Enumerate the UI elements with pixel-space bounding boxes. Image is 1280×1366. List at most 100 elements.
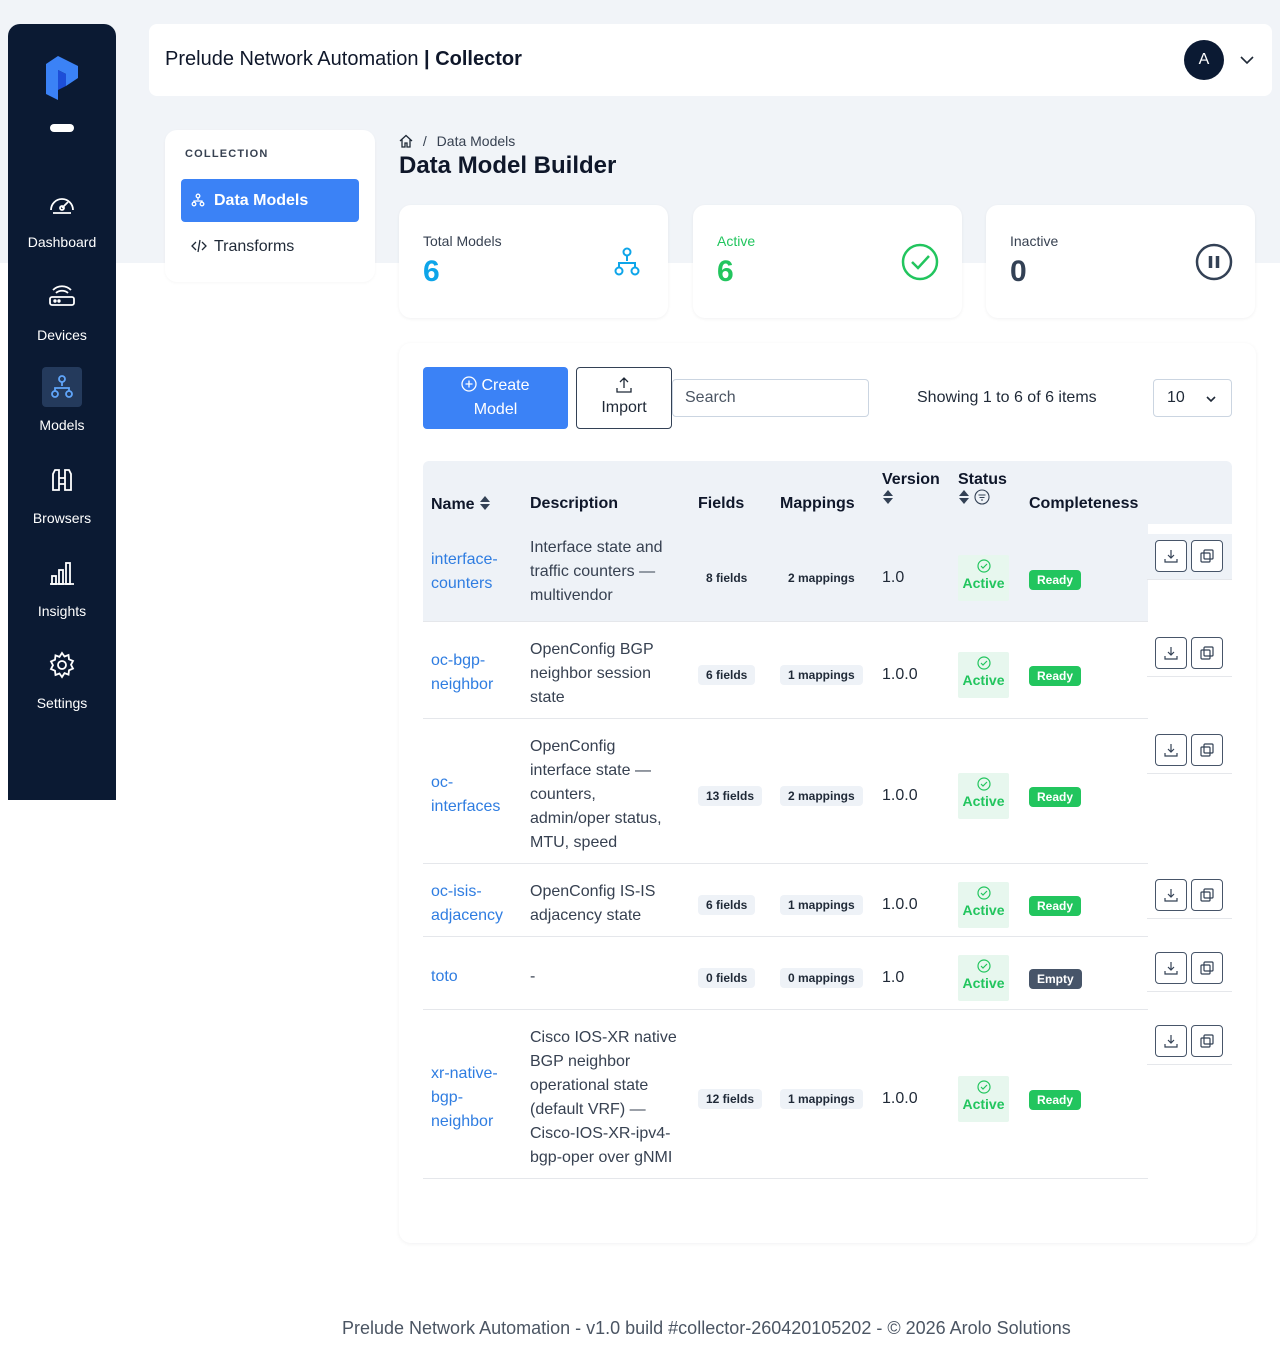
mappings-count-badge: 0 mappings (780, 968, 863, 988)
duplicate-button[interactable] (1191, 952, 1223, 984)
collection-subnav: COLLECTION Data Models Transforms (165, 130, 375, 282)
sort-icon[interactable] (958, 489, 970, 505)
download-icon (1164, 1035, 1178, 1048)
nav-dashboard[interactable]: Dashboard (8, 184, 116, 250)
model-version: 1.0.0 (882, 666, 918, 683)
app-logo[interactable] (44, 54, 80, 100)
code-icon (191, 239, 207, 253)
nav-browsers[interactable]: Browsers (8, 460, 116, 526)
download-button[interactable] (1155, 540, 1187, 572)
models-table-card: Create Model Import Showing 1 to 6 of 6 … (399, 343, 1256, 1243)
chevron-down-icon[interactable] (1239, 52, 1255, 68)
desc-line: adjacency state (530, 907, 642, 924)
fields-count-badge: 0 fields (698, 968, 756, 988)
table-row[interactable]: toto - 0 fields 0 mappings 1.0 Active Em… (423, 937, 1148, 1010)
status-label: Active (962, 1096, 1005, 1112)
nav-insights[interactable]: Insights (8, 553, 116, 619)
download-button[interactable] (1155, 879, 1187, 911)
model-name-link[interactable]: toto (431, 965, 521, 989)
duplicate-button[interactable] (1191, 1025, 1223, 1057)
mappings-count-badge: 1 mappings (780, 895, 863, 915)
import-button[interactable]: Import (576, 367, 672, 429)
stat-card-active: Active 6 (693, 205, 962, 318)
desc-line: counters, (530, 786, 596, 803)
stat-label: Total Models (423, 233, 502, 249)
filter-icon[interactable] (974, 489, 991, 505)
bar-chart-icon (42, 553, 82, 593)
nav-models-label: Models (39, 417, 85, 433)
model-name-link[interactable]: interface-counters (431, 548, 521, 596)
app-title: Prelude Network Automation | Collector (165, 48, 522, 71)
download-button[interactable] (1155, 1025, 1187, 1057)
duplicate-button[interactable] (1191, 734, 1223, 766)
app-title-section: Collector (435, 48, 522, 70)
desc-line: (default VRF) — (530, 1101, 646, 1118)
desc-line: admin/oper status, (530, 810, 662, 827)
sort-icon[interactable] (882, 489, 894, 505)
column-header-name[interactable]: Name (431, 495, 491, 514)
desc-line: Interface state and (530, 539, 663, 556)
home-icon[interactable] (399, 134, 413, 148)
download-icon (1164, 744, 1178, 757)
create-model-button[interactable]: Create Model (423, 367, 568, 429)
nav-collapse-handle[interactable] (50, 124, 74, 132)
model-name-link[interactable]: oc-interfaces (431, 771, 521, 819)
download-button[interactable] (1155, 952, 1187, 984)
nav-devices-label: Devices (37, 327, 87, 343)
breadcrumb: / Data Models (399, 132, 515, 149)
row-actions (1147, 946, 1232, 992)
model-name-link[interactable]: oc-bgp-neighbor (431, 649, 521, 697)
subnav-item-data-models[interactable]: Data Models (181, 179, 359, 222)
duplicate-button[interactable] (1191, 637, 1223, 669)
status-label: Active (962, 575, 1005, 591)
column-header-description: Description (530, 495, 619, 512)
desc-line: traffic counters — (530, 563, 656, 580)
column-header-status[interactable]: Status (958, 471, 1007, 510)
fields-count-badge: 6 fields (698, 665, 756, 685)
fields-count-badge: 6 fields (698, 895, 756, 915)
search-input[interactable] (672, 379, 869, 417)
check-circle-icon (976, 959, 991, 973)
subnav-item-label: Transforms (214, 238, 295, 255)
nav-devices[interactable]: Devices (8, 277, 116, 343)
model-version: 1.0 (882, 969, 905, 986)
nav-settings[interactable]: Settings (8, 645, 116, 711)
sort-icon[interactable] (479, 495, 491, 511)
table-row[interactable]: interface-counters Interface state and tr… (423, 524, 1148, 622)
copy-icon (1200, 549, 1214, 563)
completeness-badge: Ready (1029, 666, 1082, 686)
stat-label: Inactive (1010, 233, 1059, 249)
download-button[interactable] (1155, 637, 1187, 669)
create-model-label-line1: Create (481, 377, 530, 394)
check-circle-icon (976, 1080, 991, 1094)
page-size-select[interactable]: 10 (1153, 379, 1232, 417)
name-line: oc- (431, 774, 454, 791)
subnav-item-transforms[interactable]: Transforms (181, 225, 359, 268)
app-title-prefix: Prelude Network Automation (165, 48, 419, 70)
duplicate-button[interactable] (1191, 540, 1223, 572)
column-header-version[interactable]: Version (882, 471, 940, 510)
desc-line: BGP neighbor (530, 1053, 631, 1070)
duplicate-button[interactable] (1191, 879, 1223, 911)
table-row[interactable]: xr-native-bgp-neighbor Cisco IOS-XR nati… (423, 1010, 1148, 1179)
table-row[interactable]: oc-bgp-neighbor OpenConfig BGP neighbor s… (423, 622, 1148, 719)
app-title-separator: | (418, 48, 436, 70)
row-actions (1147, 728, 1232, 774)
nav-models[interactable]: Models (8, 367, 116, 433)
table-row[interactable]: oc-isis-adjacency OpenConfig IS-IS adjace… (423, 864, 1148, 937)
name-line: interface- (431, 551, 498, 568)
status-badge: Active (958, 652, 1009, 698)
nav-dashboard-label: Dashboard (27, 234, 97, 250)
copy-icon (1200, 961, 1214, 975)
table-row[interactable]: oc-interfaces OpenConfig interface state … (423, 719, 1148, 864)
download-button[interactable] (1155, 734, 1187, 766)
table-header: Name Description Fields Mappings Version… (423, 461, 1232, 524)
user-avatar[interactable]: A (1184, 40, 1224, 80)
stat-card-inactive: Inactive 0 (986, 205, 1255, 318)
row-actions (1147, 873, 1232, 919)
desc-line: bgp-oper over gNMI (530, 1149, 673, 1166)
copy-icon (1200, 1034, 1214, 1048)
model-name-link[interactable]: oc-isis-adjacency (431, 880, 521, 928)
copy-icon (1200, 743, 1214, 757)
model-name-link[interactable]: xr-native-bgp-neighbor (431, 1062, 521, 1134)
